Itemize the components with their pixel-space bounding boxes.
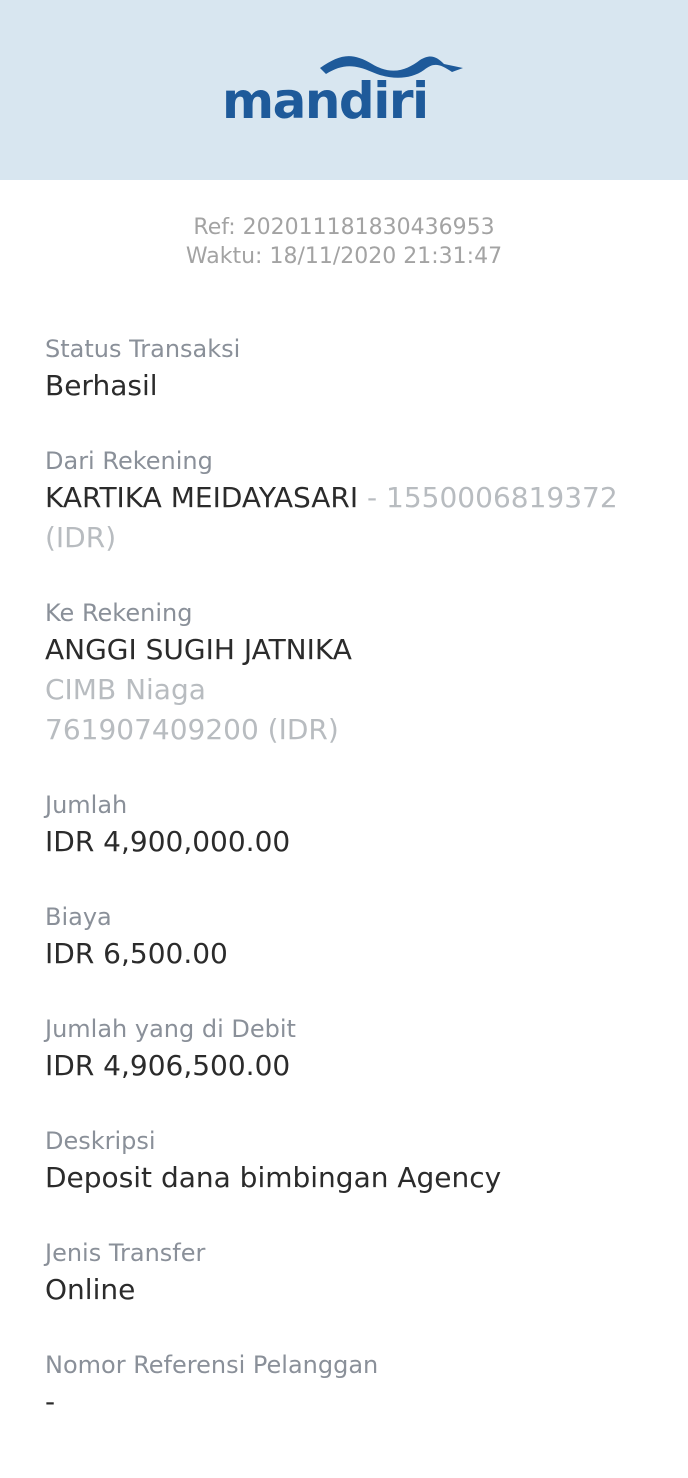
from-account-label: Dari Rekening <box>45 447 213 475</box>
to-account-bank: CIMB Niaga <box>45 673 206 706</box>
to-account-number: 761907409200 (IDR) <box>45 713 339 746</box>
field-debited-amount: Jumlah yang di Debit IDR 4,906,500.00 <box>45 1012 645 1124</box>
from-account-name: KARTIKA MEIDAYASARI <box>45 481 359 514</box>
mandiri-logo: mandiri <box>222 50 467 130</box>
fee-label: Biaya <box>45 903 112 931</box>
from-account-value: KARTIKA MEIDAYASARI - 1550006819372 (IDR… <box>45 478 645 558</box>
transfer-type-label: Jenis Transfer <box>45 1239 206 1267</box>
customer-reference-value: - <box>45 1385 56 1418</box>
field-transfer-type: Jenis Transfer Online <box>45 1236 645 1348</box>
to-account-name: ANGGI SUGIH JATNIKA <box>45 633 352 666</box>
field-fee: Biaya IDR 6,500.00 <box>45 900 645 1012</box>
field-amount: Jumlah IDR 4,900,000.00 <box>45 788 645 900</box>
fee-value: IDR 6,500.00 <box>45 937 228 970</box>
customer-reference-label: Nomor Referensi Pelanggan <box>45 1351 379 1379</box>
reference-number: Ref: 202011181830436953 <box>193 215 495 240</box>
status-label: Status Transaksi <box>45 335 241 363</box>
description-label: Deskripsi <box>45 1127 156 1155</box>
mandiri-wordmark: mandiri <box>222 72 429 130</box>
amount-value: IDR 4,900,000.00 <box>45 825 291 858</box>
transaction-meta: Ref: 202011181830436953 Waktu: 18/11/202… <box>0 213 688 271</box>
debited-amount-value: IDR 4,906,500.00 <box>45 1049 291 1082</box>
transaction-time: Waktu: 18/11/2020 21:31:47 <box>185 244 503 269</box>
debited-amount-label: Jumlah yang di Debit <box>45 1015 296 1043</box>
field-to-account: Ke Rekening ANGGI SUGIH JATNIKA CIMB Nia… <box>45 596 645 788</box>
transaction-details: Status Transaksi Berhasil Dari Rekening … <box>45 332 645 1460</box>
field-status: Status Transaksi Berhasil <box>45 332 645 444</box>
description-value: Deposit dana bimbingan Agency <box>45 1161 502 1194</box>
field-description: Deskripsi Deposit dana bimbingan Agency <box>45 1124 645 1236</box>
status-value: Berhasil <box>45 369 158 402</box>
field-customer-reference: Nomor Referensi Pelanggan - <box>45 1348 645 1460</box>
transfer-type-value: Online <box>45 1273 136 1306</box>
header-banner: mandiri <box>0 0 688 180</box>
amount-label: Jumlah <box>45 791 128 819</box>
to-account-label: Ke Rekening <box>45 599 193 627</box>
field-from-account: Dari Rekening KARTIKA MEIDAYASARI - 1550… <box>45 444 645 596</box>
